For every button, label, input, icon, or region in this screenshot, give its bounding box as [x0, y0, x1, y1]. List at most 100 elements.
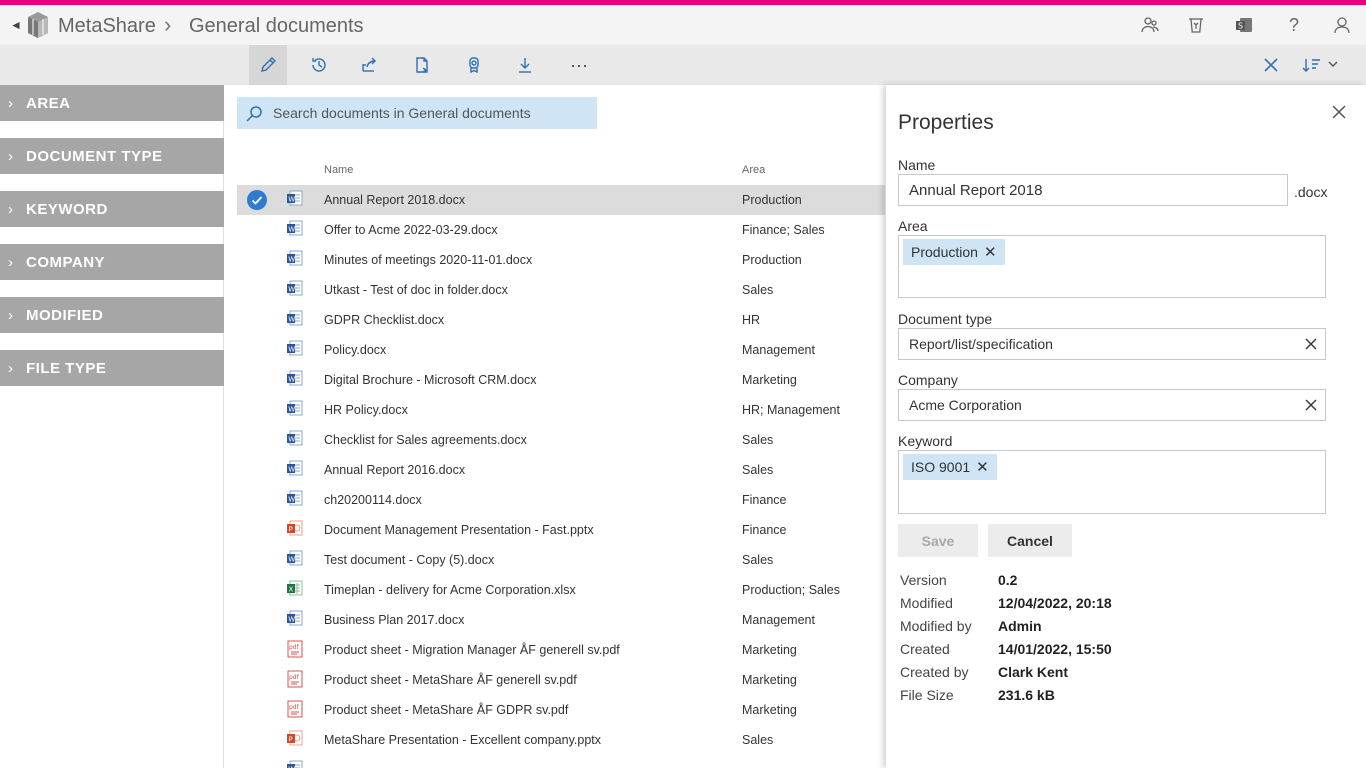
- word-file-icon: W: [287, 280, 303, 298]
- document-name[interactable]: Product sheet - MetaShare ÅF GDPR sv.pdf: [324, 703, 568, 717]
- filter-file-type[interactable]: › FILE TYPE: [0, 350, 224, 386]
- meta-value: Clark Kent: [998, 664, 1069, 680]
- document-name[interactable]: HR Policy.docx: [324, 403, 408, 417]
- document-name[interactable]: Timeplan - delivery for Acme Corporation…: [324, 583, 576, 597]
- clear-icon[interactable]: [1303, 397, 1319, 413]
- keyword-label: Keyword: [898, 433, 953, 449]
- table-row[interactable]: P Document Management Presentation - Fast…: [237, 515, 885, 545]
- filter-company[interactable]: › COMPANY: [0, 244, 224, 280]
- table-row[interactable]: W Offer to Acme 2022-03-29.docx Finance; S…: [237, 215, 885, 245]
- document-name[interactable]: Annual Report 2018.docx: [324, 193, 465, 207]
- cancel-button[interactable]: Cancel: [988, 524, 1072, 557]
- column-header-area[interactable]: Area: [742, 164, 765, 176]
- document-name[interactable]: ch20200114.docx: [324, 493, 422, 507]
- document-name[interactable]: Product sheet - MetaShare ÅF generell sv…: [324, 673, 577, 687]
- back-arrow-icon[interactable]: ◄: [10, 18, 22, 32]
- table-row[interactable]: W Test document - Copy (5).docx Sales: [237, 545, 885, 575]
- filter-area[interactable]: › AREA: [0, 85, 224, 121]
- close-icon[interactable]: [1330, 103, 1348, 121]
- history-icon[interactable]: [300, 45, 338, 85]
- table-row[interactable]: W: [237, 755, 885, 768]
- close-selection-icon[interactable]: [1252, 45, 1290, 85]
- copy-link-icon[interactable]: [403, 45, 441, 85]
- table-row[interactable]: W Policy.docx Management: [237, 335, 885, 365]
- edit-icon[interactable]: [249, 45, 287, 85]
- table-row[interactable]: W Digital Brochure - Microsoft CRM.docx Ma…: [237, 365, 885, 395]
- table-row[interactable]: W Business Plan 2017.docx Management: [237, 605, 885, 635]
- word-file-icon: W: [287, 370, 303, 388]
- remove-tag-icon[interactable]: ✕: [976, 455, 989, 481]
- recycle-bin-icon[interactable]: [1186, 15, 1206, 35]
- document-type-field[interactable]: Report/list/specification: [898, 328, 1326, 360]
- file-extension: .docx: [1294, 184, 1328, 200]
- checkmark-icon[interactable]: [247, 190, 267, 210]
- document-area: Marketing: [742, 643, 797, 657]
- app-title[interactable]: MetaShare: [58, 15, 156, 38]
- table-row[interactable]: W GDPR Checklist.docx HR: [237, 305, 885, 335]
- table-row[interactable]: W Utkast - Test of doc in folder.docx Sale…: [237, 275, 885, 305]
- badge-icon[interactable]: [455, 45, 493, 85]
- excel-file-icon: X: [287, 580, 303, 598]
- search-input[interactable]: [273, 97, 593, 129]
- document-name[interactable]: GDPR Checklist.docx: [324, 313, 444, 327]
- properties-title: Properties: [898, 111, 994, 134]
- document-name[interactable]: Utkast - Test of doc in folder.docx: [324, 283, 508, 297]
- document-area: HR: [742, 313, 761, 327]
- table-row[interactable]: W Annual Report 2018.docx Production: [237, 185, 885, 215]
- app-header: ◄ MetaShare › General documents S ?: [0, 5, 1366, 45]
- sharepoint-icon[interactable]: S: [1234, 15, 1254, 35]
- save-button[interactable]: Save: [898, 524, 978, 557]
- table-row[interactable]: Wch20200114.docx Finance: [237, 485, 885, 515]
- document-area: Marketing: [742, 373, 797, 387]
- table-row[interactable]: X Timeplan - delivery for Acme Corporatio…: [237, 575, 885, 605]
- help-icon[interactable]: ?: [1284, 15, 1304, 35]
- user-icon[interactable]: [1332, 15, 1352, 35]
- page-title[interactable]: General documents: [189, 15, 364, 38]
- remove-tag-icon[interactable]: ✕: [984, 240, 997, 266]
- chevron-right-icon: ›: [8, 307, 14, 324]
- share-icon[interactable]: [351, 45, 389, 85]
- ppt-file-icon: P: [287, 520, 303, 538]
- chevron-right-icon: ›: [8, 360, 14, 377]
- document-name[interactable]: MetaShare Presentation - Excellent compa…: [324, 733, 601, 747]
- document-name[interactable]: Checklist for Sales agreements.docx: [324, 433, 527, 447]
- document-name[interactable]: Business Plan 2017.docx: [324, 613, 464, 627]
- document-name[interactable]: Digital Brochure - Microsoft CRM.docx: [324, 373, 537, 387]
- filter-document-type[interactable]: › DOCUMENT TYPE: [0, 138, 224, 174]
- sort-icon[interactable]: [1296, 45, 1348, 85]
- more-icon[interactable]: ···: [560, 45, 598, 85]
- filter-keyword[interactable]: › KEYWORD: [0, 191, 224, 227]
- download-icon[interactable]: [506, 45, 544, 85]
- meta-value: 14/01/2022, 15:50: [998, 641, 1112, 657]
- word-file-icon: W: [287, 760, 303, 768]
- table-row[interactable]: W Minutes of meetings 2020-11-01.docx Prod…: [237, 245, 885, 275]
- filter-label: MODIFIED: [26, 307, 104, 324]
- document-name[interactable]: Policy.docx: [324, 343, 386, 357]
- table-row[interactable]: pdf Product sheet - MetaShare ÅF generell…: [237, 665, 885, 695]
- document-name[interactable]: Minutes of meetings 2020-11-01.docx: [324, 253, 532, 267]
- people-icon[interactable]: [1140, 15, 1160, 35]
- svg-text:W: W: [288, 376, 295, 384]
- svg-text:W: W: [288, 316, 295, 324]
- keyword-field[interactable]: ISO 9001 ✕: [898, 450, 1326, 514]
- table-row[interactable]: W HR Policy.docx HR; Management: [237, 395, 885, 425]
- table-row[interactable]: pdf Product sheet - MetaShare ÅF GDPR sv.…: [237, 695, 885, 725]
- document-name[interactable]: Annual Report 2016.docx: [324, 463, 465, 477]
- table-row[interactable]: pdf Product sheet - Migration Manager ÅF …: [237, 635, 885, 665]
- document-name[interactable]: Offer to Acme 2022-03-29.docx: [324, 223, 497, 237]
- company-field[interactable]: Acme Corporation: [898, 389, 1326, 421]
- properties-panel: Properties Name .docx Area Production ✕ D…: [886, 85, 1366, 768]
- table-row[interactable]: P MetaShare Presentation - Excellent comp…: [237, 725, 885, 755]
- document-name[interactable]: Document Management Presentation - Fast.…: [324, 523, 594, 537]
- document-area: Sales: [742, 553, 774, 567]
- table-row[interactable]: W Checklist for Sales agreements.docx Sale…: [237, 425, 885, 455]
- area-field[interactable]: Production ✕: [898, 235, 1326, 298]
- company-value: Acme Corporation: [909, 397, 1022, 413]
- document-name[interactable]: Product sheet - Migration Manager ÅF gen…: [324, 643, 620, 657]
- filter-modified[interactable]: › MODIFIED: [0, 297, 224, 333]
- column-header-name[interactable]: Name: [324, 164, 353, 176]
- name-input[interactable]: [899, 175, 1287, 205]
- document-name[interactable]: Test document - Copy (5).docx: [324, 553, 494, 567]
- table-row[interactable]: W Annual Report 2016.docx Sales: [237, 455, 885, 485]
- clear-icon[interactable]: [1303, 336, 1319, 352]
